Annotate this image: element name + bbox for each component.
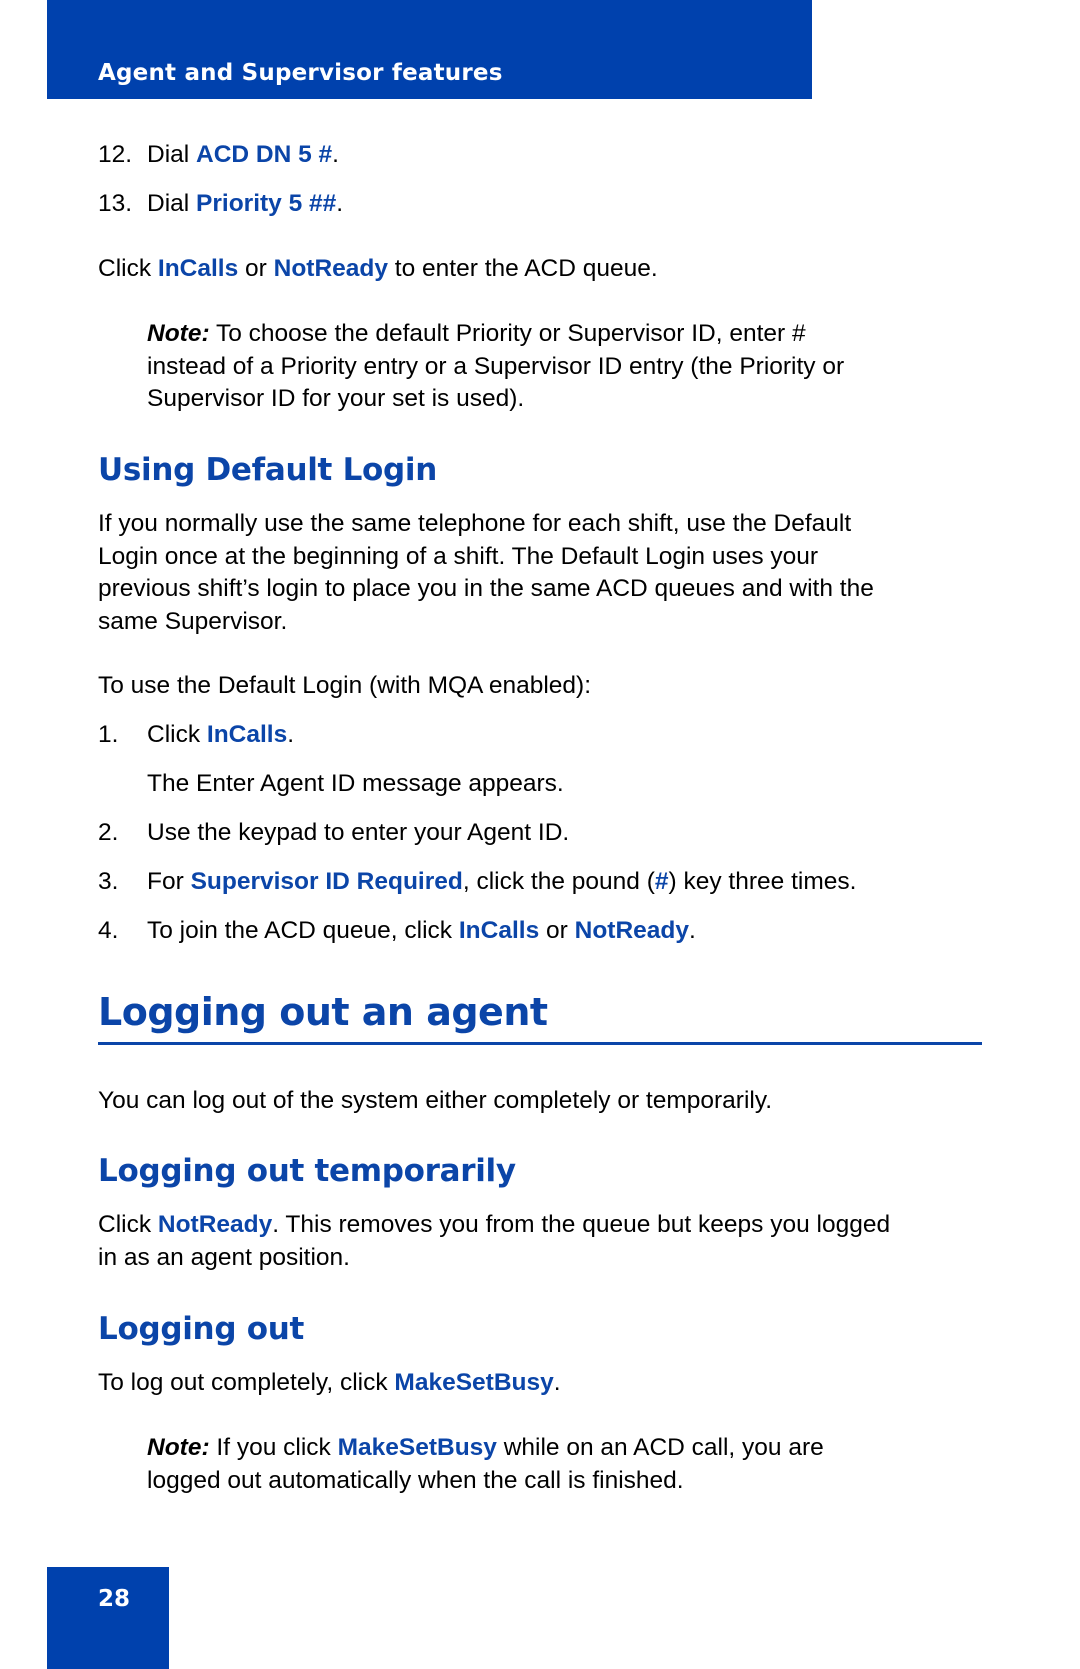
step-text: Dial [147, 141, 197, 168]
heading-logging-out-temporarily: Logging out temporarily [98, 1153, 516, 1189]
note-text: logged out automatically when the call i… [147, 1466, 684, 1494]
default-login-paragraph: If you normally use the same telephone f… [98, 508, 874, 638]
keyword: MakeSetBusy [337, 1434, 497, 1461]
text: Click [98, 1211, 158, 1238]
keyword: Supervisor ID Required [190, 868, 463, 895]
keyword: NotReady [157, 1211, 273, 1238]
keyword: # [654, 868, 669, 895]
note-text: Supervisor ID for your set is used). [147, 385, 525, 412]
step-text: . [336, 190, 344, 217]
step-text: , click the pound ( [462, 868, 655, 895]
page-number-box [47, 1567, 169, 1669]
keyword: NotReady [574, 917, 689, 944]
step-number: 2. [98, 819, 119, 846]
step-number: 13. [98, 190, 133, 217]
step-text: . [332, 141, 339, 168]
step-number: 12. [98, 141, 133, 168]
step-text: For [147, 868, 191, 895]
note-text: while on an ACD call, you are [496, 1434, 824, 1461]
note-text: If you click [209, 1434, 338, 1461]
text: to enter the ACD queue. [388, 255, 658, 282]
default-login-intro: To use the Default Login (with MQA enabl… [98, 672, 592, 699]
default-step-2: 2. Use the keypad to enter your Agent ID. [98, 817, 569, 850]
default-step-1-result: The Enter Agent ID message appears. [147, 770, 564, 797]
note-1: Note: To choose the default Priority or … [147, 318, 844, 416]
note-text: instead of a Priority entry or a Supervi… [147, 352, 845, 380]
text: . [553, 1369, 561, 1396]
text-line: same Supervisor. [98, 607, 288, 635]
step-text: or [539, 917, 575, 944]
note-text: To choose the default Priority or Superv… [209, 320, 806, 347]
step-number: 4. [98, 917, 119, 944]
step-text: . [688, 917, 696, 944]
text: . This removes you from the queue but ke… [272, 1211, 891, 1238]
heading-logging-out: Logging out [98, 1311, 304, 1347]
step-text: Use the keypad to enter your Agent ID. [147, 819, 570, 846]
enter-queue-paragraph: Click InCalls or NotReady to enter the A… [98, 253, 658, 286]
default-step-4: 4. To join the ACD queue, click InCalls o… [98, 915, 696, 948]
text: Click [98, 255, 158, 282]
note-label: Note: [147, 320, 210, 347]
keyword: MakeSetBusy [394, 1369, 554, 1396]
keyword: NotReady [273, 255, 388, 282]
keyword: Priority 5 ## [196, 190, 337, 217]
keyword: ACD DN 5 # [196, 141, 333, 168]
note-2: Note: If you click MakeSetBusy while on … [147, 1432, 824, 1497]
heading-using-default-login: Using Default Login [98, 452, 438, 488]
heading-logging-out-an-agent: Logging out an agent [98, 990, 548, 1034]
heading-rule [98, 1042, 982, 1045]
step-13: 13. Dial Priority 5 ##. [98, 188, 343, 221]
step-12: 12. Dial ACD DN 5 #. [98, 139, 339, 172]
section-title: Agent and Supervisor features [98, 60, 503, 86]
text: To log out completely, click [98, 1369, 395, 1396]
step-text: Dial [147, 190, 197, 217]
page-number: 28 [98, 1586, 131, 1612]
step-number: 1. [98, 721, 119, 748]
text-line: If you normally use the same telephone f… [98, 510, 852, 537]
logging-out-temporarily-paragraph: Click NotReady. This removes you from th… [98, 1209, 890, 1274]
step-text: . [287, 721, 295, 748]
text: or [238, 255, 274, 282]
default-step-1: 1. Click InCalls. [98, 719, 294, 752]
step-text: Click [147, 721, 207, 748]
default-step-3: 3. For Supervisor ID Required, click the … [98, 866, 856, 899]
note-label: Note: [147, 1434, 210, 1461]
text-line: previous shift’s login to place you in t… [98, 575, 874, 602]
logging-out-intro: You can log out of the system either com… [98, 1087, 773, 1114]
keyword: InCalls [157, 255, 239, 282]
step-text: To join the ACD queue, click [147, 917, 459, 944]
logging-out-paragraph: To log out completely, click MakeSetBusy… [98, 1367, 561, 1400]
text-line: Login once at the beginning of a shift. … [98, 542, 819, 570]
step-number: 3. [98, 868, 119, 895]
text-line: in as an agent position. [98, 1243, 350, 1271]
step-text: ) key three times. [668, 868, 857, 895]
keyword: InCalls [458, 917, 540, 944]
keyword: InCalls [206, 721, 288, 748]
